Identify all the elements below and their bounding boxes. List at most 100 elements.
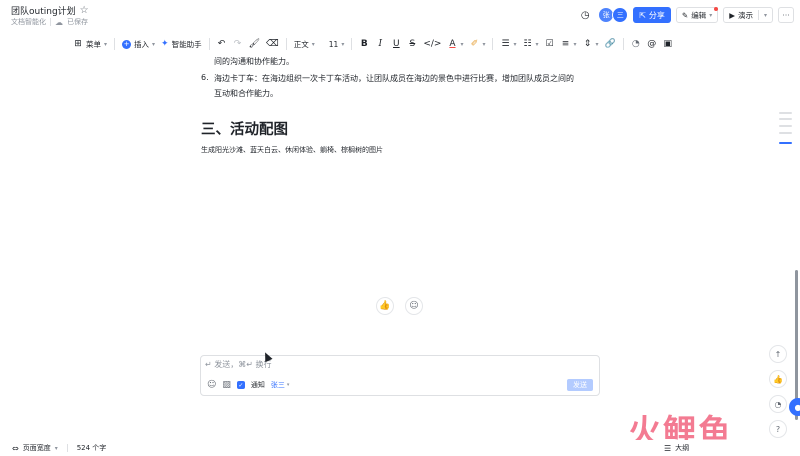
share-button[interactable]: ⇱ 分享 [633, 7, 671, 23]
text-line: 间的沟通和协作能力。 [214, 57, 294, 66]
page-width-button[interactable]: 页面宽度 [23, 443, 51, 453]
outline-marker[interactable] [779, 132, 792, 134]
font-size-select[interactable]: 11 ▾ [326, 35, 348, 53]
at-icon: @ [647, 39, 657, 49]
mention-button[interactable]: @ [644, 35, 660, 53]
ai-assistant-button[interactable]: ✦ 智能助手 [158, 35, 205, 53]
list-item-text: 海边卡丁车：在海边组织一次卡丁车活动，让团队成员在海边的景色中进行比赛，增加团队… [214, 74, 574, 83]
notify-checkbox[interactable]: ✓ [236, 381, 245, 389]
outline-marker[interactable] [779, 118, 792, 120]
present-button[interactable]: ▶ 演示 ▾ [723, 7, 773, 23]
doc-subtitle-row: 文档智能化 ☁ 已保存 [11, 17, 88, 27]
paragraph: 生成阳光沙滩、蓝天白云、休闲体验、躺椅、棕榈树的图片 [201, 146, 383, 154]
chevron-down-icon: ▾ [513, 40, 517, 48]
section-heading: 三、活动配图 [201, 122, 288, 138]
divider [492, 38, 494, 50]
status-bar: ⇔ 页面宽度 ▾ 524 个字 ☰ 大纲 [0, 440, 800, 456]
outline-icon: ☰ [664, 443, 672, 453]
share-icon: ⇱ [639, 10, 646, 20]
menu-button[interactable]: ⊞ 菜单 ▾ [70, 35, 110, 53]
divider [622, 38, 624, 50]
chevron-down-icon[interactable]: ▾ [764, 12, 767, 19]
more-button[interactable]: ··· [778, 7, 794, 23]
image-button[interactable]: ▣ [660, 35, 676, 53]
back-to-top-button[interactable]: ↑ [769, 345, 787, 363]
bullet-list-button[interactable]: ☰ ▾ [497, 35, 519, 53]
header-bar: 团队outing计划 ☆ 文档智能化 ☁ 已保存 ◷ 张 三 ⇱ 分享 ✎ 编辑… [0, 0, 800, 30]
numbered-list-icon: ☷ [523, 39, 532, 49]
divider [66, 444, 68, 452]
plus-icon: + [122, 39, 132, 49]
thumbs-up-reaction[interactable]: 👍 [376, 297, 394, 315]
chevron-down-icon: ▾ [104, 40, 108, 48]
underline-button[interactable]: U [388, 35, 404, 53]
star-icon[interactable]: ☆ [80, 5, 89, 16]
checklist-button[interactable]: ☑ [542, 35, 558, 53]
comment-icon: ◔ [631, 39, 640, 49]
align-button[interactable]: ≡ ▾ [558, 35, 580, 53]
grid-icon: ⊞ [74, 39, 82, 49]
bold-icon: B [360, 39, 368, 49]
like-button[interactable]: 👍 [769, 370, 787, 388]
line-spacing-button[interactable]: ⇕ ▾ [580, 35, 602, 53]
inline-code-button[interactable]: </> [420, 35, 444, 53]
font-color-button[interactable]: A ▾ [444, 35, 466, 53]
comment-button[interactable]: ◔ [628, 35, 644, 53]
thumbs-up-icon: 👍 [379, 301, 391, 311]
outline-marker-active[interactable] [779, 142, 792, 144]
comment-icon: ◔ [774, 399, 782, 409]
image-icon[interactable]: ▨ [222, 380, 231, 390]
menu-label: 菜单 [86, 39, 101, 49]
link-icon: 🔗 [604, 39, 616, 49]
history-icon[interactable]: ◷ [577, 7, 593, 23]
pencil-icon: ✎ [681, 10, 689, 20]
chevron-down-icon[interactable]: ▾ [287, 382, 290, 388]
divider [50, 18, 51, 26]
highlighter-icon: ✐ [470, 39, 479, 49]
highlight-button[interactable]: ✐ ▾ [466, 35, 488, 53]
divider [208, 38, 210, 50]
chevron-down-icon: ▾ [152, 40, 156, 48]
numbered-list-button[interactable]: ☷ ▾ [520, 35, 542, 53]
doc-title[interactable]: 团队outing计划 [11, 4, 76, 17]
cloud-icon: ☁ [55, 17, 63, 27]
bold-button[interactable]: B [356, 35, 372, 53]
divider [757, 10, 759, 20]
add-reaction-button[interactable]: ☺ [405, 297, 423, 315]
paragraph-style-select[interactable]: 正文 ▾ [291, 35, 318, 53]
chevron-down-icon: ▾ [573, 40, 577, 48]
chevron-down-icon[interactable]: ▾ [55, 445, 58, 452]
link-button[interactable]: 🔗 [602, 35, 619, 53]
play-icon: ▶ [729, 10, 735, 20]
chevron-down-icon: ▾ [709, 11, 713, 19]
doc-location[interactable]: 文档智能化 [11, 17, 46, 27]
strikethrough-button[interactable]: S [404, 35, 420, 53]
list-item-text-continued: 互动和合作能力。 [214, 89, 278, 98]
redo-icon: ↷ [233, 39, 242, 49]
outline-marker[interactable] [779, 112, 792, 114]
insert-button[interactable]: + 插入 ▾ [119, 35, 158, 53]
avatar-second[interactable]: 三 [612, 7, 629, 23]
clear-format-button[interactable]: ⌫ [263, 35, 282, 53]
undo-icon: ↶ [217, 39, 226, 49]
outline-button[interactable]: 大纲 [675, 443, 689, 453]
outline-marker[interactable] [779, 125, 792, 127]
align-left-icon: ≡ [561, 39, 570, 49]
format-painter-button[interactable]: 🖌 [246, 35, 263, 53]
notify-user[interactable]: 张三 [271, 380, 285, 390]
italic-button[interactable]: I [372, 35, 388, 53]
emoji-icon[interactable]: ☺ [207, 380, 216, 390]
comment-toolbar: ☺ ▨ ✓ 通知 张三 ▾ [207, 380, 289, 390]
undo-button[interactable]: ↶ [214, 35, 230, 53]
redo-button[interactable]: ↷ [230, 35, 246, 53]
send-button[interactable]: 发送 [567, 379, 593, 391]
chevron-down-icon: ▾ [341, 40, 345, 48]
font-size-label: 11 [328, 39, 339, 49]
font-style-label: 正文 [293, 39, 309, 49]
assistant-bubble[interactable]: ● [789, 398, 800, 416]
edit-button[interactable]: ✎ 编辑 ▾ [675, 7, 719, 23]
comment-box: ☺ ▨ ✓ 通知 张三 ▾ 发送 [200, 355, 600, 396]
comment-input[interactable] [205, 360, 505, 369]
editor-toolbar: ⊞ 菜单 ▾ + 插入 ▾ ✦ 智能助手 ↶ ↷ 🖌 ⌫ 正文 ▾ 11 ▾ B… [0, 33, 800, 55]
edit-label: 编辑 [691, 10, 707, 20]
